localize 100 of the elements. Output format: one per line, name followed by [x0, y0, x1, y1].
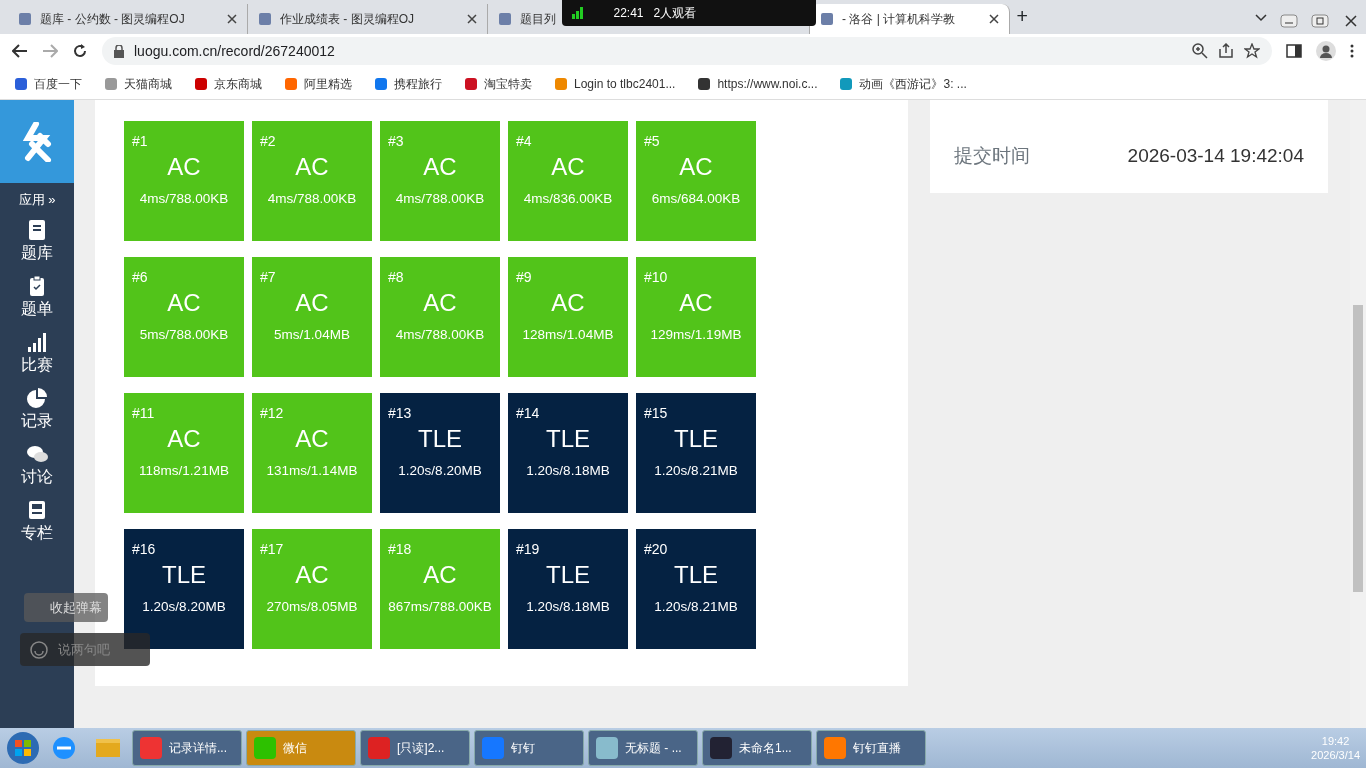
- close-icon[interactable]: [467, 14, 477, 24]
- bookmark[interactable]: 携程旅行: [374, 74, 442, 93]
- testcase-number: #6: [132, 268, 148, 287]
- bookmark-icon: [104, 76, 118, 91]
- bookmark[interactable]: 动画《西游记》3: ...: [839, 74, 967, 93]
- testcase-tile[interactable]: #15 TLE 1.20s/8.21MB: [636, 393, 756, 513]
- testcase-tile[interactable]: #19 TLE 1.20s/8.18MB: [508, 529, 628, 649]
- sidebar-item[interactable]: 题库: [21, 219, 53, 265]
- bookmark[interactable]: 阿里精选: [284, 74, 352, 93]
- testcase-status: AC: [423, 560, 457, 590]
- info-value: 2026-03-14 19:42:04: [1127, 144, 1304, 168]
- testcase-number: #14: [516, 404, 540, 423]
- testcase-status: TLE: [418, 424, 462, 454]
- share-icon[interactable]: [1218, 43, 1234, 59]
- close-icon[interactable]: [227, 14, 237, 24]
- testcase-detail: 131ms/1.14MB: [266, 462, 358, 480]
- restore-icon[interactable]: [1310, 13, 1329, 28]
- testcase-detail: 6ms/684.00KB: [651, 190, 741, 208]
- sidepanel-icon[interactable]: [1286, 44, 1302, 58]
- scrollbar[interactable]: [1350, 100, 1366, 728]
- testcase-tile[interactable]: #20 TLE 1.20s/8.21MB: [636, 529, 756, 649]
- chevron-icon[interactable]: [1254, 13, 1267, 22]
- testcase-number: #2: [260, 132, 276, 151]
- taskbar-app[interactable]: [只读]2...: [360, 730, 470, 766]
- bookmark-icon: [374, 76, 388, 91]
- chat-icon: [26, 443, 48, 465]
- bookmark-icon: [14, 76, 28, 91]
- apps-link[interactable]: 应用 »: [18, 189, 56, 209]
- testcase-detail: 1.20s/8.20MB: [398, 462, 482, 480]
- testcase-number: #5: [644, 132, 660, 151]
- app-icon: [367, 736, 391, 760]
- testcase-status: TLE: [162, 560, 206, 590]
- taskbar-app[interactable]: 钉钉直播: [816, 730, 926, 766]
- testcase-number: #4: [516, 132, 532, 151]
- menu-icon[interactable]: [1350, 44, 1354, 58]
- taskbar-app[interactable]: 钉钉: [474, 730, 584, 766]
- bookmark[interactable]: Login to tlbc2401...: [554, 74, 676, 93]
- bars-icon: [26, 331, 48, 353]
- pie-icon: [26, 387, 48, 409]
- star-icon[interactable]: [1244, 43, 1260, 59]
- bookmark[interactable]: 天猫商城: [104, 74, 172, 93]
- book-icon: [26, 219, 48, 241]
- sidebar-item[interactable]: 比赛: [21, 331, 53, 377]
- minimize-icon[interactable]: [1279, 13, 1298, 28]
- bookmark-icon: [284, 76, 298, 91]
- testcase-status: AC: [551, 152, 585, 182]
- bookmark[interactable]: 淘宝特卖: [464, 74, 532, 93]
- start-icon[interactable]: [6, 731, 40, 765]
- profile-icon[interactable]: [1316, 41, 1336, 61]
- page-icon: [18, 12, 32, 26]
- testcase-number: #20: [644, 540, 668, 559]
- sidebar-item[interactable]: 记录: [21, 387, 53, 433]
- taskbar-app[interactable]: 未命名1...: [702, 730, 812, 766]
- back-icon[interactable]: [12, 44, 28, 58]
- bookmark-icon: [839, 76, 854, 91]
- new-tab-button[interactable]: +: [1016, 1, 1028, 31]
- testcase-detail: 1.20s/8.18MB: [526, 598, 610, 616]
- viewer-count: 2人观看: [653, 5, 697, 22]
- app-icon: [709, 736, 733, 760]
- app-icon: [253, 736, 277, 760]
- testcase-status: AC: [679, 152, 713, 182]
- sidebar-item[interactable]: 讨论: [21, 443, 53, 489]
- testcase-tile[interactable]: #14 TLE 1.20s/8.18MB: [508, 393, 628, 513]
- logo-icon: [22, 121, 52, 162]
- testcase-tile[interactable]: #13 TLE 1.20s/8.20MB: [380, 393, 500, 513]
- testcase-detail: 867ms/788.00KB: [388, 598, 492, 616]
- bookmark[interactable]: 百度一下: [14, 74, 82, 93]
- browser-tab[interactable]: - 洛谷 | 计算机科学教: [810, 4, 1010, 34]
- collapse-danmaku-button[interactable]: 收起弹幕: [24, 593, 108, 622]
- taskbar-app[interactable]: 无标题 - ...: [588, 730, 698, 766]
- testcase-status: AC: [295, 288, 329, 318]
- sidebar-item[interactable]: 题单: [21, 275, 53, 321]
- address-bar[interactable]: luogu.com.cn/record/267240012: [102, 37, 1272, 65]
- page-icon: [820, 12, 834, 26]
- reload-icon[interactable]: [72, 43, 88, 59]
- testcase-number: #7: [260, 268, 276, 287]
- bookmark[interactable]: 京东商城: [194, 74, 262, 93]
- sidebar-item[interactable]: 专栏: [21, 499, 53, 545]
- news-icon: [26, 499, 48, 521]
- logo[interactable]: [0, 100, 74, 183]
- smiley-icon: [30, 640, 48, 659]
- testcase-number: #9: [516, 268, 532, 287]
- live-time: 22:41: [613, 5, 644, 22]
- testcase-tile[interactable]: #16 TLE 1.20s/8.20MB: [124, 529, 244, 649]
- bookmark[interactable]: https://www.noi.c...: [697, 74, 818, 93]
- lock-icon: [114, 44, 124, 58]
- signal-icon: [572, 7, 584, 19]
- info-label: 提交时间: [954, 144, 1030, 168]
- testcase-detail: 1.20s/8.21MB: [654, 462, 738, 480]
- close-icon[interactable]: [989, 14, 999, 24]
- testcase-detail: 270ms/8.05MB: [266, 598, 358, 616]
- bookmark-icon: [697, 76, 712, 91]
- testcase-detail: 4ms/788.00KB: [267, 190, 357, 208]
- taskbar-app[interactable]: 记录详情...: [132, 730, 242, 766]
- testcase-status: TLE: [674, 560, 718, 590]
- testcase-status: AC: [423, 288, 457, 318]
- testcase-detail: 5ms/1.04MB: [274, 326, 350, 344]
- zoom-icon[interactable]: [1192, 43, 1208, 59]
- testcase-status: AC: [423, 152, 457, 182]
- testcase-number: #11: [132, 404, 155, 423]
